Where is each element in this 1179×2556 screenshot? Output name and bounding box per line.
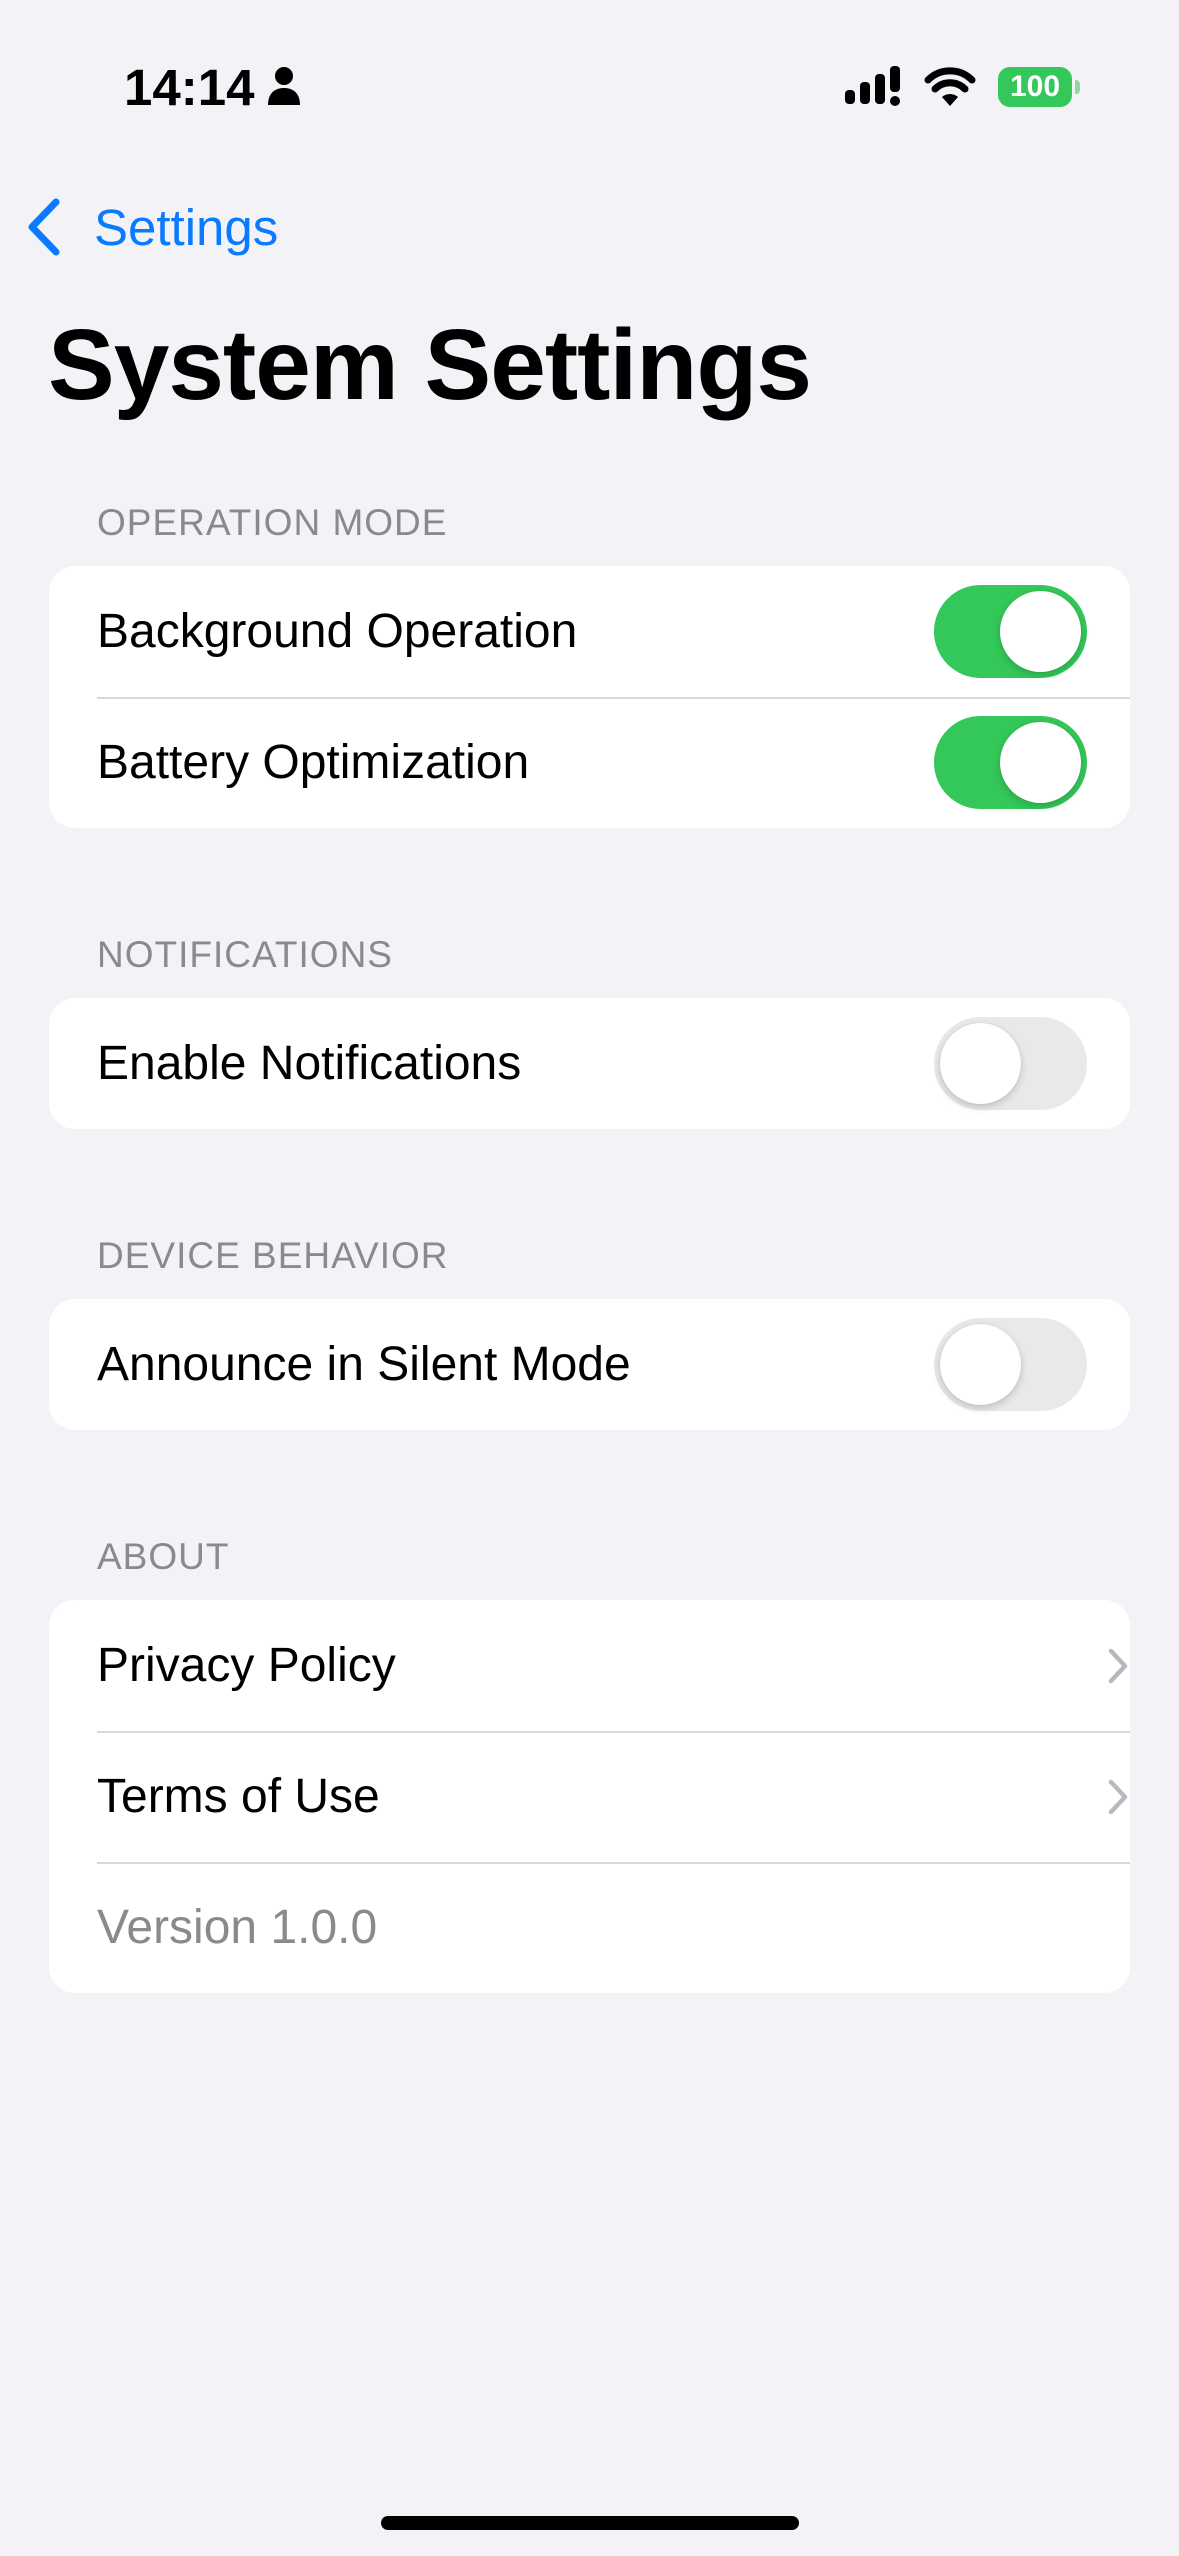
back-button[interactable]: Settings xyxy=(24,192,278,262)
enable-notifications-row: Enable Notifications xyxy=(49,998,1130,1129)
toggle-knob xyxy=(940,1023,1021,1104)
battery-cap xyxy=(1075,80,1080,94)
section-header-operation-mode: OPERATION MODE xyxy=(97,502,448,543)
page-title: System Settings xyxy=(48,309,812,421)
notifications-group: Enable Notifications xyxy=(49,998,1130,1129)
background-operation-row: Background Operation xyxy=(49,566,1130,697)
announce-silent-mode-label: Announce in Silent Mode xyxy=(97,1338,631,1391)
announce-silent-mode-row: Announce in Silent Mode xyxy=(49,1299,1130,1430)
version-label: Version 1.0.0 xyxy=(97,1901,378,1954)
announce-silent-mode-toggle[interactable] xyxy=(934,1318,1087,1411)
enable-notifications-toggle[interactable] xyxy=(934,1017,1087,1110)
section-header-about: ABOUT xyxy=(97,1536,230,1577)
home-indicator[interactable] xyxy=(381,2516,799,2530)
cellular-signal-icon xyxy=(845,66,900,106)
background-operation-label: Background Operation xyxy=(97,605,578,658)
toggle-knob xyxy=(940,1324,1021,1405)
device-behavior-group: Announce in Silent Mode xyxy=(49,1299,1130,1430)
section-header-device-behavior: DEVICE BEHAVIOR xyxy=(97,1235,449,1276)
status-time: 14:14 xyxy=(124,59,255,116)
terms-of-use-row[interactable]: Terms of Use xyxy=(49,1731,1130,1862)
toggle-knob xyxy=(1000,591,1081,672)
battery-icon: 100 xyxy=(998,67,1080,107)
battery-optimization-toggle[interactable] xyxy=(934,716,1087,809)
toggle-knob xyxy=(1000,722,1081,803)
battery-optimization-label: Battery Optimization xyxy=(97,736,530,789)
background-operation-toggle[interactable] xyxy=(934,585,1087,678)
wifi-icon xyxy=(924,67,976,106)
about-group: Privacy Policy Terms of Use Version 1.0.… xyxy=(49,1600,1130,1993)
chevron-left-icon xyxy=(28,198,60,256)
chevron-right-icon xyxy=(1108,1648,1128,1683)
privacy-policy-row[interactable]: Privacy Policy xyxy=(49,1600,1130,1731)
battery-optimization-row: Battery Optimization xyxy=(49,697,1130,828)
status-bar: 14:14 100 xyxy=(0,0,1179,170)
battery-level: 100 xyxy=(998,67,1072,107)
version-row: Version 1.0.0 xyxy=(49,1862,1130,1993)
operation-mode-group: Background Operation Battery Optimizatio… xyxy=(49,566,1130,828)
privacy-policy-label: Privacy Policy xyxy=(97,1639,396,1692)
back-button-label: Settings xyxy=(94,198,279,256)
person-icon xyxy=(268,67,300,105)
terms-of-use-label: Terms of Use xyxy=(97,1770,380,1823)
section-header-notifications: NOTIFICATIONS xyxy=(97,934,393,975)
enable-notifications-label: Enable Notifications xyxy=(97,1037,522,1090)
chevron-right-icon xyxy=(1108,1779,1128,1814)
